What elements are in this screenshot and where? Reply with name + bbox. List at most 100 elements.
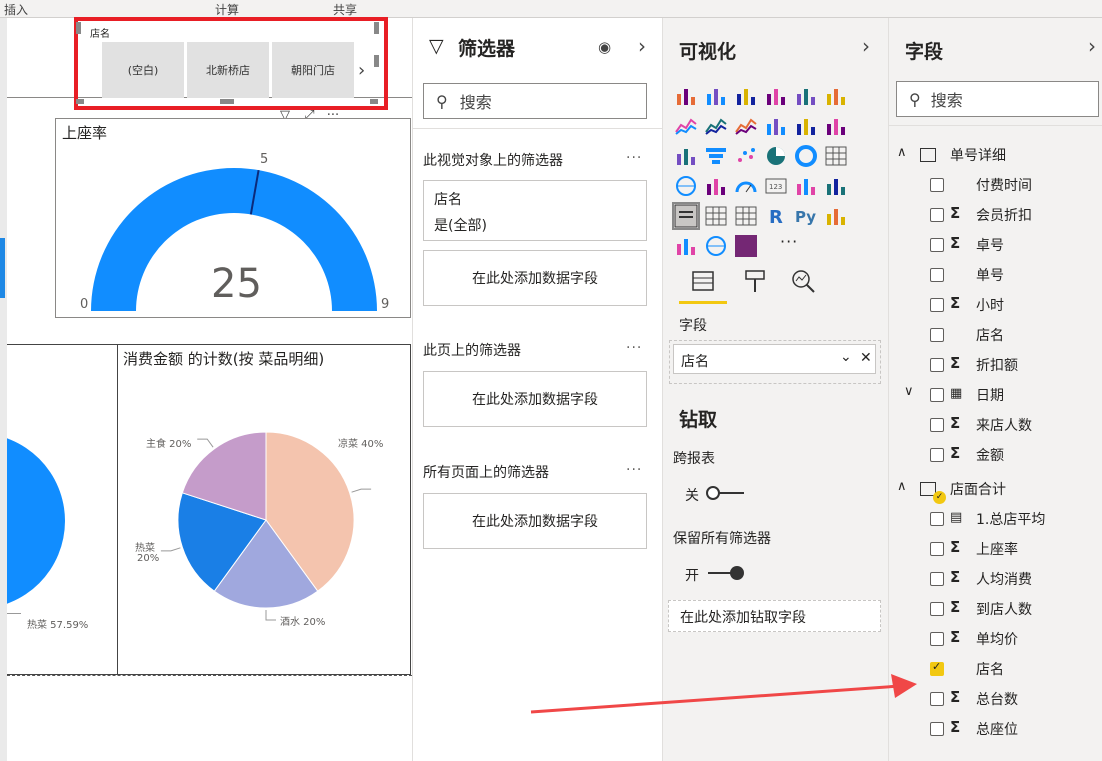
field-checkbox[interactable] — [930, 542, 944, 556]
stacked-bar-icon[interactable] — [674, 84, 698, 108]
area-icon[interactable] — [704, 114, 728, 138]
fields-search-input[interactable]: ⚲ 搜索 — [896, 81, 1099, 117]
field-item[interactable]: Σ 金额 — [889, 440, 1102, 470]
field-item[interactable]: 店名 — [889, 320, 1102, 350]
field-checkbox[interactable]: ✓ — [930, 660, 944, 676]
pie-icon[interactable] — [764, 144, 788, 168]
field-item[interactable]: ▤ 1.总店平均 — [889, 504, 1102, 534]
key-influencers-icon[interactable] — [824, 204, 848, 228]
stacked-area-icon[interactable] — [734, 114, 758, 138]
field-checkbox[interactable] — [930, 268, 944, 282]
filled-map-icon[interactable] — [704, 174, 728, 198]
field-checkbox[interactable] — [930, 238, 944, 252]
line-column-icon[interactable] — [764, 114, 788, 138]
field-checkbox[interactable] — [930, 298, 944, 312]
field-checkbox[interactable] — [930, 602, 944, 616]
field-well-chip[interactable]: 店名 ⌄ ✕ — [673, 344, 876, 374]
collapse-fields-icon[interactable]: › — [1088, 34, 1096, 58]
all-pages-filters-more-icon[interactable]: ··· — [626, 462, 642, 478]
line-stacked-column-icon[interactable] — [794, 114, 818, 138]
field-item[interactable]: Σ 卓号 — [889, 230, 1102, 260]
gauge-icon[interactable] — [734, 174, 758, 198]
clustered-bar-icon[interactable] — [734, 84, 758, 108]
field-checkbox[interactable] — [930, 512, 944, 526]
donut-card[interactable]: 热菜 57.59% — [7, 344, 117, 675]
field-checkbox[interactable] — [930, 178, 944, 192]
fields-tab-icon[interactable] — [690, 268, 716, 294]
chevron-up-icon[interactable]: ∧ — [897, 479, 907, 494]
field-checkbox[interactable] — [930, 328, 944, 342]
more-visuals-icon[interactable]: ··· — [780, 232, 798, 251]
chevron-up-icon[interactable]: ∧ — [897, 145, 907, 160]
filter-card-store[interactable]: 店名 是(全部) — [423, 180, 647, 241]
treemap-icon[interactable] — [824, 144, 848, 168]
field-checkbox[interactable] — [930, 448, 944, 462]
visual-filters-more-icon[interactable]: ··· — [626, 150, 642, 166]
field-item[interactable]: ∨ ▦ 日期 — [889, 380, 1102, 410]
drill-add-field-box[interactable]: 在此处添加钻取字段 — [668, 600, 881, 632]
qa-icon[interactable] — [674, 234, 698, 258]
field-item[interactable]: Σ 人均消费 — [889, 564, 1102, 594]
collapse-viz-icon[interactable]: › — [862, 34, 870, 58]
field-item[interactable]: Σ 会员折扣 — [889, 200, 1102, 230]
resize-handle[interactable] — [374, 22, 379, 34]
field-checkbox[interactable] — [930, 208, 944, 222]
field-checkbox[interactable] — [930, 388, 944, 402]
collapse-filters-icon[interactable]: › — [638, 34, 646, 58]
100-column-icon[interactable] — [824, 84, 848, 108]
keep-filters-toggle[interactable] — [706, 565, 746, 581]
100-bar-icon[interactable] — [794, 84, 818, 108]
field-item[interactable]: Σ 上座率 — [889, 534, 1102, 564]
funnel-icon[interactable] — [704, 144, 728, 168]
r-visual-icon[interactable]: R — [764, 204, 788, 228]
field-item[interactable]: Σ 到店人数 — [889, 594, 1102, 624]
gauge-card[interactable]: 上座率 25 0 9 5 — [55, 118, 411, 318]
tab-insert[interactable]: 插入 — [4, 1, 28, 18]
field-checkbox[interactable] — [930, 722, 944, 736]
table-header[interactable]: ∧ 单号详细 — [889, 140, 1102, 170]
field-checkbox[interactable] — [930, 418, 944, 432]
field-checkbox[interactable] — [930, 572, 944, 586]
resize-handle[interactable] — [76, 99, 84, 104]
visual-add-field-box[interactable]: 在此处添加数据字段 — [423, 250, 647, 306]
analytics-tab-icon[interactable] — [790, 268, 816, 294]
page-filters-more-icon[interactable]: ··· — [626, 340, 642, 356]
field-item[interactable]: Σ 总座位 — [889, 714, 1102, 744]
chevron-down-icon[interactable]: ∨ — [904, 384, 914, 399]
power-apps-icon[interactable] — [734, 234, 758, 258]
field-item[interactable]: Σ 来店人数 — [889, 410, 1102, 440]
chevron-down-icon[interactable]: ⌄ — [840, 349, 852, 365]
kpi-icon[interactable] — [824, 174, 848, 198]
resize-handle[interactable] — [374, 55, 379, 67]
pie-card[interactable]: 消费金额 的计数(按 菜品明细) 凉菜 40% 酒水 20% 热菜 20% 主食… — [117, 344, 411, 675]
tab-calc[interactable]: 计算 — [215, 1, 239, 18]
field-checkbox[interactable] — [930, 692, 944, 706]
field-item[interactable]: Σ 小时 — [889, 290, 1102, 320]
matrix-icon[interactable] — [734, 204, 758, 228]
arcgis-icon[interactable] — [704, 234, 728, 258]
all-pages-add-field-box[interactable]: 在此处添加数据字段 — [423, 493, 647, 549]
format-tab-icon[interactable] — [742, 268, 768, 294]
scatter-icon[interactable] — [734, 144, 758, 168]
ribbon-icon[interactable] — [824, 114, 848, 138]
field-item[interactable]: 单号 — [889, 260, 1102, 290]
filters-search-input[interactable]: ⚲ 搜索 — [423, 83, 647, 119]
line-icon[interactable] — [674, 114, 698, 138]
resize-handle[interactable] — [370, 99, 378, 104]
field-item[interactable]: 付费时间 — [889, 170, 1102, 200]
page-add-field-box[interactable]: 在此处添加数据字段 — [423, 371, 647, 427]
multirow-card-icon[interactable] — [794, 174, 818, 198]
python-visual-icon[interactable]: Py — [794, 204, 818, 228]
clustered-column-icon[interactable] — [764, 84, 788, 108]
field-checkbox[interactable] — [930, 632, 944, 646]
stacked-column-icon[interactable] — [704, 84, 728, 108]
remove-field-icon[interactable]: ✕ — [860, 350, 872, 366]
cross-report-toggle[interactable] — [706, 485, 746, 501]
field-item[interactable]: Σ 折扣额 — [889, 350, 1102, 380]
resize-handle[interactable] — [76, 22, 81, 34]
waterfall-icon[interactable] — [674, 144, 698, 168]
table-header[interactable]: ∧ 店面合计 ✓ — [889, 474, 1102, 504]
field-item[interactable]: Σ 单均价 — [889, 624, 1102, 654]
slicer-icon[interactable] — [672, 202, 700, 230]
field-checkbox[interactable] — [930, 358, 944, 372]
